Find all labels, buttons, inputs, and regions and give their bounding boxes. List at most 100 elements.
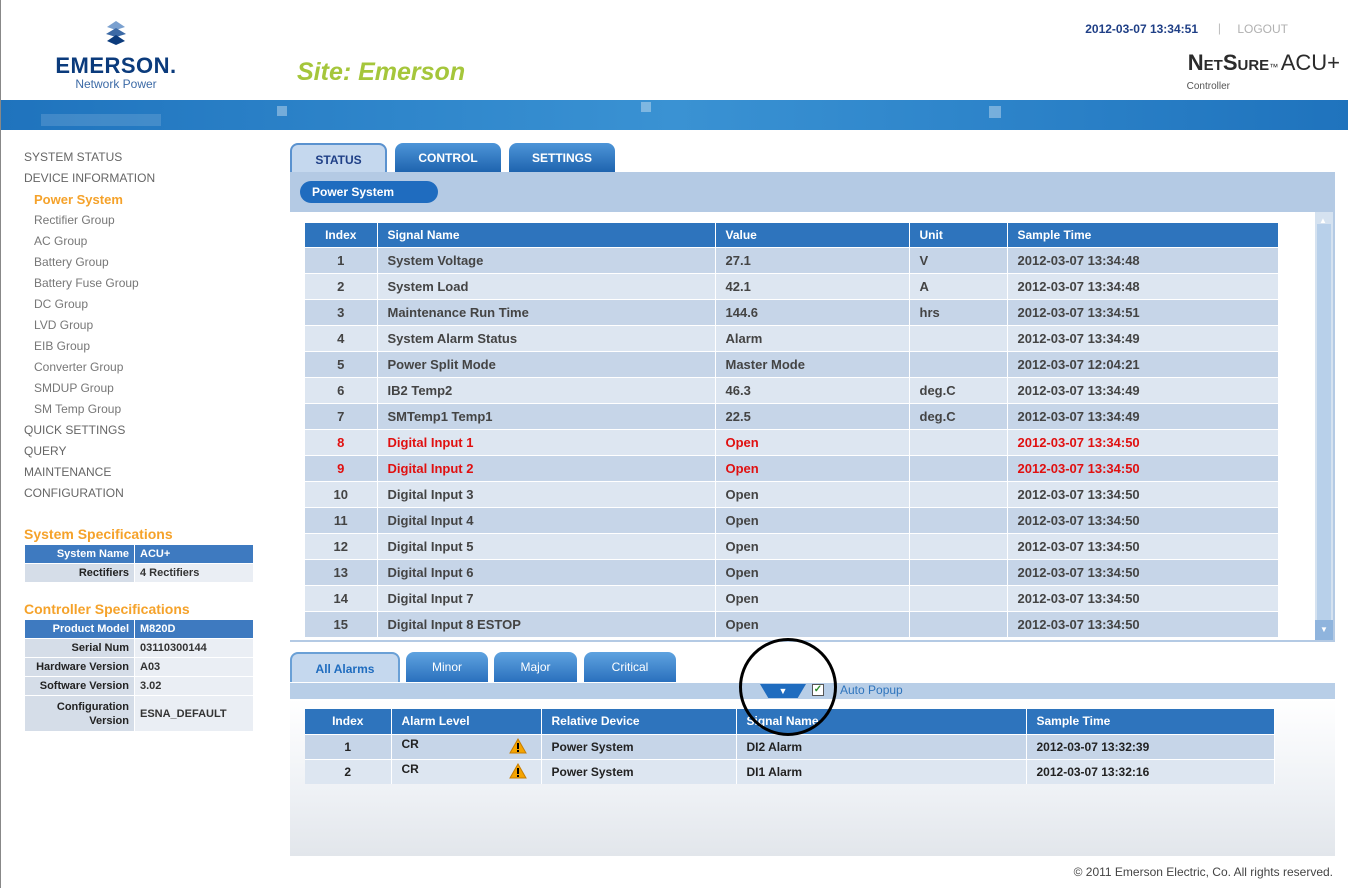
cell-value: 46.3 xyxy=(715,376,910,403)
cell-signal-name: IB2 Temp2 xyxy=(377,376,716,403)
logout-link[interactable]: LOGOUT xyxy=(1237,22,1288,36)
cell-signal-name: Digital Input 2 xyxy=(377,454,716,481)
spec-key: Rectifiers xyxy=(24,563,135,583)
spec-value: 03110300144 xyxy=(134,638,254,658)
tab-all-alarms[interactable]: All Alarms xyxy=(290,652,400,682)
column-header-unit: Unit xyxy=(909,223,1008,247)
nav-eib-group[interactable]: EIB Group xyxy=(24,336,264,357)
cell-sample-time: 2012-03-07 13:34:50 xyxy=(1007,454,1279,481)
cell-sample-time: 2012-03-07 13:34:50 xyxy=(1007,610,1279,637)
product-logo: NetSure™ ACU+ xyxy=(1187,50,1340,75)
nav-battery-group[interactable]: Battery Group xyxy=(24,252,264,273)
nav-dc-group[interactable]: DC Group xyxy=(24,294,264,315)
spec-key: Product Model xyxy=(24,619,135,639)
nav-query[interactable]: QUERY xyxy=(24,441,264,462)
cell-index: 4 xyxy=(305,324,378,351)
cell-sample-time-text: 2012-03-07 13:32:39 xyxy=(1036,739,1150,754)
cell-sample-time: 2012-03-07 13:34:51 xyxy=(1007,298,1279,325)
signal-table-scrollbar[interactable]: ▲ ▼ xyxy=(1315,212,1333,640)
cell-unit xyxy=(909,584,1008,611)
cell-index: 3 xyxy=(305,298,378,325)
nav-ac-group[interactable]: AC Group xyxy=(24,231,264,252)
spec-key: System Name xyxy=(24,544,135,564)
cell-value: 42.1 xyxy=(715,272,910,299)
cell-sample-time: 2012-03-07 13:34:50 xyxy=(1007,480,1279,507)
cell-unit xyxy=(909,558,1008,585)
auto-popup-label[interactable]: Auto Popup xyxy=(840,683,903,697)
spec-row: Software Version 3.02 xyxy=(24,676,254,696)
header: EMERSON. Network Power Site: Emerson 201… xyxy=(1,0,1348,100)
cell-alarm-level: CR xyxy=(391,758,542,784)
table-row: 10 Digital Input 3 Open 2012-03-07 13:34:50 xyxy=(305,480,1279,507)
cell-relative-device-text: Power System xyxy=(551,764,634,779)
cell-unit: deg.C xyxy=(909,376,1008,403)
cell-sample-time: 2012-03-07 13:32:39 xyxy=(1026,733,1275,759)
controller-specs-title: Controller Specifications xyxy=(24,601,190,617)
table-row: 2 System Load 42.1 A 2012-03-07 13:34:48 xyxy=(305,272,1279,299)
cell-sample-time: 2012-03-07 13:34:50 xyxy=(1007,558,1279,585)
breadcrumb-power-system[interactable]: Power System xyxy=(300,181,438,203)
nav-quick-settings[interactable]: QUICK SETTINGS xyxy=(24,420,264,441)
header-separator: | xyxy=(1217,21,1221,35)
product-subtitle: Controller xyxy=(1186,81,1230,92)
cell-index: 1 xyxy=(305,246,378,273)
nav-battery-fuse-group[interactable]: Battery Fuse Group xyxy=(24,273,264,294)
spec-row: Rectifiers 4 Rectifiers xyxy=(24,563,254,583)
signal-table: Index Signal Name Value Unit Sample Time… xyxy=(305,223,1279,637)
cell-signal-name: DI2 Alarm xyxy=(736,733,1027,759)
scroll-thumb[interactable] xyxy=(1317,224,1331,620)
tab-status[interactable]: STATUS xyxy=(290,143,387,173)
nav-configuration[interactable]: CONFIGURATION xyxy=(24,483,264,504)
cell-value: Open xyxy=(715,610,910,637)
nav-sm-temp-group[interactable]: SM Temp Group xyxy=(24,399,264,420)
cell-value: Master Mode xyxy=(715,350,910,377)
cell-value: Open xyxy=(715,454,910,481)
cell-index-text: 1 xyxy=(344,739,352,754)
cell-signal-name: Digital Input 7 xyxy=(377,584,716,611)
cell-signal-name-text: DI2 Alarm xyxy=(746,739,803,754)
cell-value: 22.5 xyxy=(715,402,910,429)
tab-settings[interactable]: SETTINGS xyxy=(509,143,615,173)
nav-power-system[interactable]: Power System xyxy=(24,189,264,210)
copyright-footer: © 2011 Emerson Electric, Co. All rights … xyxy=(1073,865,1333,879)
nav-lvd-group[interactable]: LVD Group xyxy=(24,315,264,336)
spec-value: ACU+ xyxy=(134,544,254,564)
warning-icon xyxy=(508,762,527,782)
nav-smdup-group[interactable]: SMDUP Group xyxy=(24,378,264,399)
scroll-down-icon[interactable]: ▼ xyxy=(1315,620,1333,640)
spec-row: Hardware Version A03 xyxy=(24,657,254,677)
cell-signal-name: Maintenance Run Time xyxy=(377,298,716,325)
nav-converter-group[interactable]: Converter Group xyxy=(24,357,264,378)
cell-unit xyxy=(909,506,1008,533)
table-row: 6 IB2 Temp2 46.3 deg.C 2012-03-07 13:34:49 xyxy=(305,376,1279,403)
cell-signal-name: System Voltage xyxy=(377,246,716,273)
column-header-alarm-level: Alarm Level xyxy=(391,709,542,734)
nav-system-status[interactable]: SYSTEM STATUS xyxy=(24,147,264,168)
cell-signal-name-text: DI1 Alarm xyxy=(746,764,803,779)
cell-value: Open xyxy=(715,584,910,611)
signal-table-header: Index Signal Name Value Unit Sample Time xyxy=(305,223,1279,247)
tab-critical-alarms[interactable]: Critical xyxy=(584,652,676,682)
product-suffix: ACU+ xyxy=(1280,50,1340,75)
warning-icon xyxy=(508,737,527,757)
nav-maintenance[interactable]: MAINTENANCE xyxy=(24,462,264,483)
cell-index: 1 xyxy=(305,733,392,759)
controller-specs-table: Product Model M820D Serial Num 031103001… xyxy=(24,619,254,732)
cell-signal-name: Digital Input 5 xyxy=(377,532,716,559)
nav-device-information[interactable]: DEVICE INFORMATION xyxy=(24,168,264,189)
cell-unit: V xyxy=(909,246,1008,273)
nav-rectifier-group[interactable]: Rectifier Group xyxy=(24,210,264,231)
column-header-sample-time: Sample Time xyxy=(1026,709,1275,734)
cell-unit xyxy=(909,532,1008,559)
cell-unit: hrs xyxy=(909,298,1008,325)
cell-index: 10 xyxy=(305,480,378,507)
cell-signal-name: System Load xyxy=(377,272,716,299)
cell-relative-device: Power System xyxy=(541,733,737,759)
cell-value: 27.1 xyxy=(715,246,910,273)
cell-sample-time: 2012-03-07 13:34:50 xyxy=(1007,584,1279,611)
tab-control[interactable]: CONTROL xyxy=(395,143,501,173)
cell-index: 13 xyxy=(305,558,378,585)
tab-minor-alarms[interactable]: Minor xyxy=(406,652,488,682)
product-name: NetSure xyxy=(1187,50,1270,75)
tab-major-alarms[interactable]: Major xyxy=(494,652,577,682)
